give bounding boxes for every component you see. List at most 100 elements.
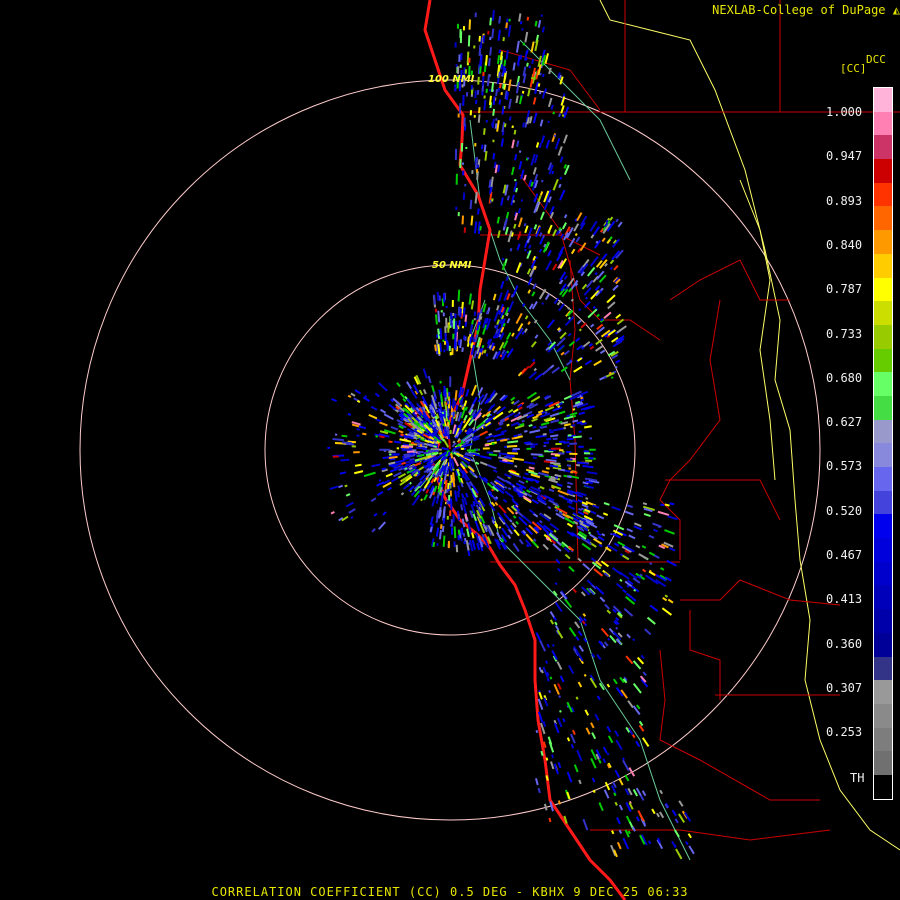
echo-gate: [479, 225, 482, 231]
echo-gate: [616, 817, 621, 825]
echo-gate: [507, 79, 512, 92]
echo-gate: [539, 211, 545, 221]
echo-gate: [580, 591, 586, 597]
echo-gate: [615, 617, 620, 622]
echo-gate: [609, 634, 617, 644]
echo-gate: [492, 108, 496, 116]
echo-gate: [532, 415, 539, 420]
echo-gate: [452, 440, 456, 444]
echo-gate: [537, 698, 544, 710]
echo-gate: [521, 90, 525, 94]
echo-gate: [582, 818, 589, 831]
echo-gate: [541, 470, 550, 474]
echo-gate: [408, 466, 413, 471]
echo-gate: [462, 307, 466, 318]
echo-gate: [648, 534, 655, 539]
echo-gate: [489, 17, 492, 26]
echo-gate: [488, 179, 492, 188]
echo-gate: [674, 829, 680, 838]
echo-gate: [354, 470, 364, 475]
echo-gate: [500, 438, 508, 442]
echo-gate: [491, 198, 494, 202]
echo-gate: [568, 498, 573, 503]
echo-gate: [510, 400, 515, 405]
echo-gate: [538, 519, 543, 524]
echo-gate: [542, 234, 546, 239]
echo-gate: [493, 161, 497, 169]
echo-gate: [557, 146, 563, 156]
echo-gate: [389, 468, 398, 473]
echo-gate: [548, 488, 555, 493]
echo-gate: [516, 243, 521, 251]
echo-gate: [453, 526, 457, 539]
echo-gate: [594, 585, 605, 595]
echo-gate: [340, 458, 350, 462]
echo-gate: [342, 441, 352, 445]
echo-gate: [522, 303, 526, 307]
echo-gate: [435, 527, 440, 537]
echo-gate: [598, 759, 602, 764]
echo-gate: [618, 829, 623, 834]
echo-gate: [660, 567, 665, 571]
echo-gate: [454, 490, 458, 502]
echo-gate: [329, 485, 339, 491]
echo-gate: [575, 696, 579, 700]
echo-gate: [530, 41, 535, 53]
echo-gate: [553, 616, 557, 621]
echo-gate: [548, 689, 552, 694]
echo-gate: [638, 553, 649, 561]
echo-gate: [513, 129, 517, 135]
echo-gate: [538, 288, 547, 300]
echo-gate: [427, 375, 432, 384]
echo-gate: [627, 830, 631, 835]
echo-gate: [606, 752, 610, 756]
echo-gate: [558, 183, 562, 188]
echo-gate: [461, 498, 465, 505]
echo-gate: [538, 248, 543, 253]
echo-gate: [438, 451, 443, 455]
echo-gate: [642, 671, 647, 677]
product-code: DCC: [866, 53, 886, 66]
product-caption: CORRELATION COEFFICIENT (CC) 0.5 DEG - K…: [211, 885, 689, 899]
echo-gate: [520, 169, 525, 180]
echo-gate: [547, 249, 552, 257]
echo-gate: [371, 463, 381, 468]
echo-gate: [566, 475, 572, 479]
echo-gate: [388, 440, 393, 444]
echo-gate: [516, 55, 521, 66]
range-ring-100nmi: [79, 79, 821, 821]
echo-gate: [476, 542, 481, 551]
echo-gate: [435, 410, 439, 413]
echo-gate: [589, 256, 599, 267]
echo-gate: [486, 74, 490, 87]
echo-gate: [576, 421, 583, 425]
echo-gate: [414, 428, 418, 432]
echo-gate: [390, 426, 399, 431]
echo-gate: [540, 135, 546, 144]
echo-gate: [586, 579, 594, 586]
echo-gate: [442, 535, 446, 547]
echo-gate: [499, 354, 503, 358]
echo-gate: [452, 477, 456, 488]
echo-gate: [436, 291, 440, 301]
echo-gate: [556, 507, 568, 515]
echo-gate: [570, 733, 576, 744]
echo-gate: [497, 230, 501, 239]
echo-gate: [491, 118, 495, 129]
echo-gate: [563, 349, 570, 356]
echo-gate: [614, 365, 618, 369]
echo-gate: [523, 429, 528, 433]
echo-gate: [607, 637, 611, 641]
echo-gate: [492, 469, 498, 473]
echo-gate: [539, 640, 547, 652]
echo-gate: [498, 452, 509, 456]
echo-gate: [540, 421, 550, 426]
echo-gate: [442, 506, 446, 519]
echo-gate: [518, 406, 523, 411]
echo-gate: [356, 428, 361, 431]
echo-gate: [420, 498, 423, 502]
echo-gate: [550, 104, 554, 110]
echo-gate: [568, 565, 575, 573]
echo-gate: [494, 164, 498, 174]
echo-gate: [583, 673, 587, 677]
